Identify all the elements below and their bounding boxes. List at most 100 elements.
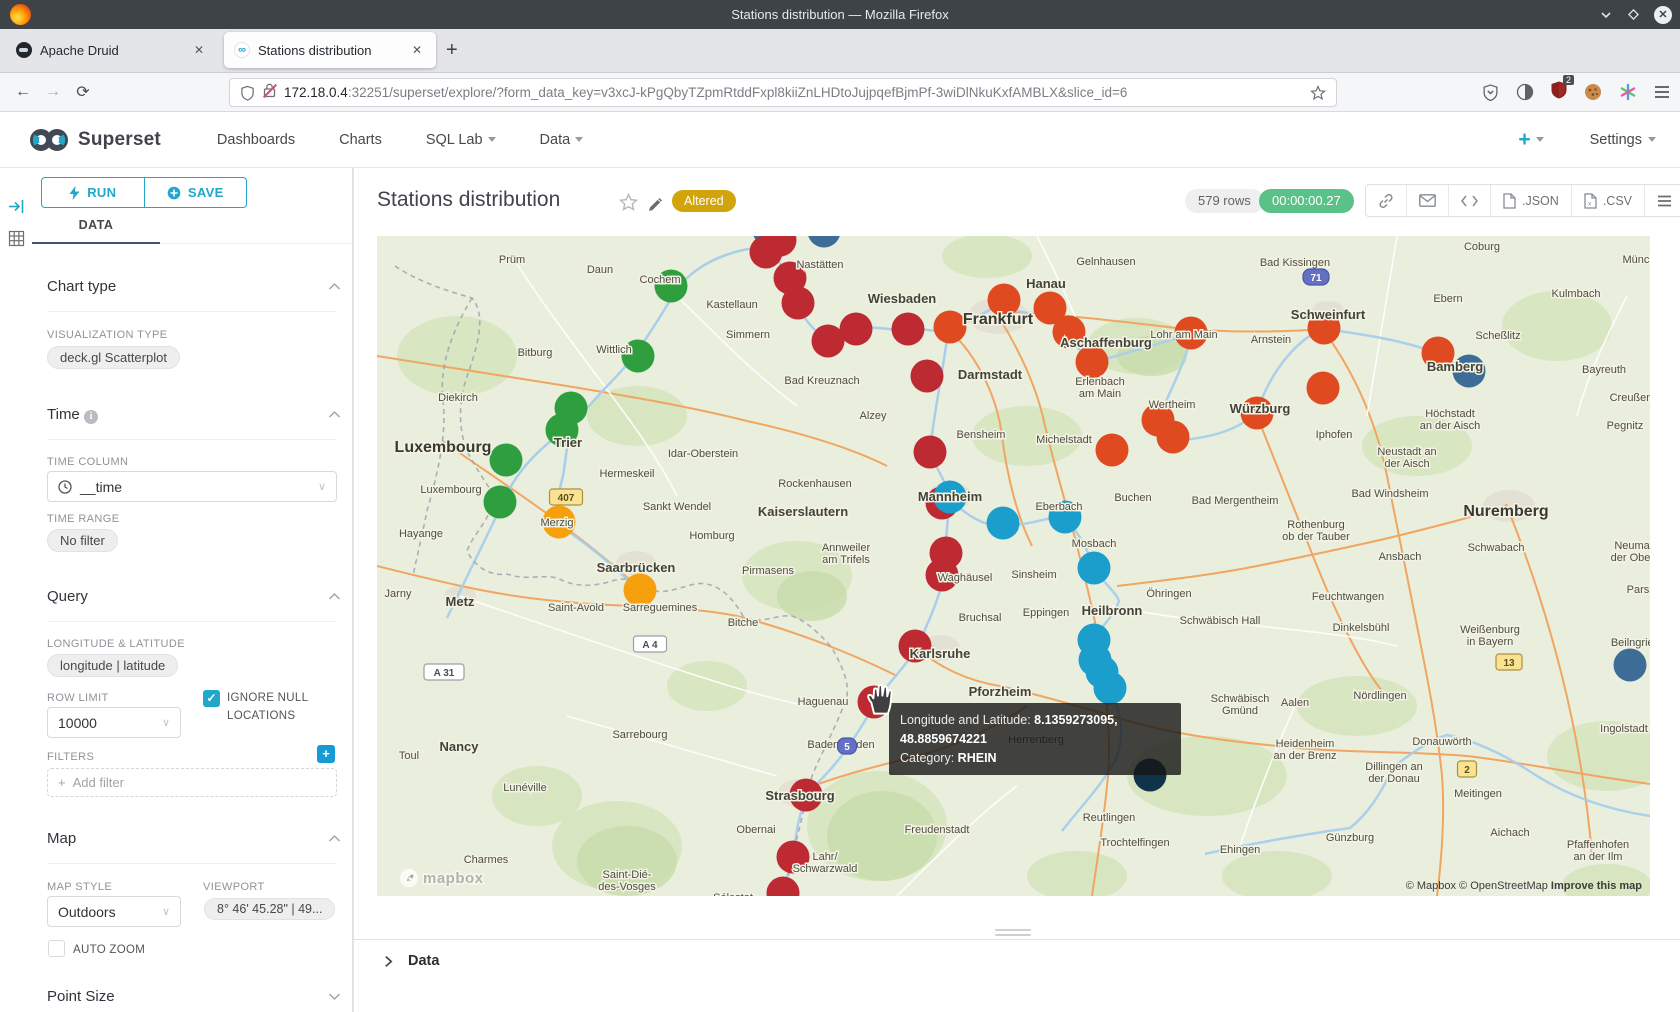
share-link-button[interactable] [1366,185,1407,216]
map-place-label: Kastellaun [706,299,757,311]
map-point[interactable] [1157,421,1190,454]
map-point[interactable] [1614,649,1647,682]
minimize-icon[interactable] [1599,8,1613,22]
url-bar[interactable]: 172.18.0.4:32251/superset/explore/?form_… [229,78,1337,107]
data-results-expander[interactable]: Data [383,953,439,969]
viz-type-value[interactable]: deck.gl Scatterplot [47,346,180,369]
add-filter-plus-button[interactable]: + [317,745,335,763]
add-filter-box[interactable]: +Add filter [47,768,337,797]
privacy-mask-icon[interactable] [1516,83,1534,101]
section-query[interactable]: Query [47,588,88,605]
save-button[interactable]: SAVE [145,178,247,207]
map-place-label: Homburg [689,530,734,542]
altered-badge[interactable]: Altered [672,190,736,212]
section-time[interactable]: Time i [47,406,98,424]
bookmark-star-icon[interactable] [1310,85,1326,101]
nav-item-charts[interactable]: Charts [339,132,382,148]
chevron-up-icon[interactable] [328,410,341,419]
url-text[interactable]: 172.18.0.4:32251/superset/explore/?form_… [284,85,1302,100]
time-range-value[interactable]: No filter [47,529,118,552]
mapbox-logo[interactable]: mapbox [399,868,484,888]
map-point[interactable] [782,287,815,320]
map-point[interactable] [892,313,925,346]
nav-item-dashboards[interactable]: Dashboards [217,132,295,148]
resize-grip[interactable] [995,929,1031,939]
svg-text:5: 5 [844,742,850,753]
map-place-label: Wittlich [596,344,631,356]
map-place-label: Metz [446,594,475,609]
pocket-icon[interactable] [1482,84,1499,101]
map-point[interactable] [490,444,523,477]
map-point[interactable] [840,313,873,346]
map-point[interactable] [987,507,1020,540]
map-place-label: Bensheim [957,429,1006,441]
export-json-button[interactable]: .JSON [1491,185,1572,216]
cookie-icon[interactable] [1584,83,1602,101]
row-limit-select[interactable]: 10000∨ [47,707,181,738]
auto-zoom-checkbox[interactable] [48,940,65,957]
export-csv-button[interactable]: x .CSV [1572,185,1645,216]
back-button[interactable]: ← [8,83,38,101]
new-tab-button[interactable]: + [446,39,458,62]
section-map[interactable]: Map [47,830,76,847]
chevron-up-icon[interactable] [328,282,341,291]
maximize-icon[interactable] [1627,8,1640,21]
tab-close-icon[interactable]: ✕ [408,41,426,59]
ignore-null-checkbox[interactable]: ✓ [203,690,220,707]
superset-logo[interactable]: Superset [28,127,161,153]
hamburger-menu-icon[interactable] [1654,85,1670,99]
time-column-select[interactable]: __time∨ [47,471,337,502]
map-point[interactable] [1307,372,1340,405]
insecure-lock-icon[interactable] [263,83,276,103]
tab-apache-druid[interactable]: Apache Druid ✕ [6,32,218,68]
close-icon[interactable]: ✕ [1654,6,1672,24]
svg-text:A 31: A 31 [434,668,455,679]
map-point[interactable] [914,436,947,469]
expand-panel-icon[interactable] [8,198,25,215]
map-point[interactable] [911,360,944,393]
edit-pencil-icon[interactable] [648,196,664,212]
datasource-grid-icon[interactable] [8,230,25,247]
map-point[interactable] [1096,434,1129,467]
tab-close-icon[interactable]: ✕ [190,41,208,59]
lonlat-value[interactable]: longitude | latitude [47,654,178,677]
filters-label: FILTERS [47,751,94,763]
chevron-up-icon[interactable] [328,592,341,601]
section-point-size[interactable]: Point Size [47,988,115,1005]
run-button[interactable]: RUN [42,178,145,207]
section-chart-type[interactable]: Chart type [47,278,116,295]
tab-data[interactable]: DATA [32,218,160,232]
favorite-star-icon[interactable] [619,193,638,212]
add-new-button[interactable]: + [1518,128,1543,152]
chevron-down-icon: ∨ [162,905,170,918]
extension-asterisk-icon[interactable] [1619,83,1637,101]
map-style-select[interactable]: Outdoors∨ [47,896,181,927]
nav-item-sql-lab[interactable]: SQL Lab [426,132,496,148]
settings-menu[interactable]: Settings [1590,132,1656,148]
chart-menu-button[interactable] [1645,185,1680,216]
map-point[interactable] [934,311,967,344]
map-attribution[interactable]: © Mapbox © OpenStreetMap Improve this ma… [1406,880,1642,892]
map-place-label: Aichach [1490,827,1529,839]
map-point[interactable] [1078,552,1111,585]
map-container[interactable]: PrümDaunCochemNastättenKastellaunWiesbad… [377,236,1650,896]
map-canvas[interactable]: PrümDaunCochemNastättenKastellaunWiesbad… [377,236,1650,896]
embed-code-button[interactable] [1449,185,1491,216]
map-point[interactable] [750,236,783,269]
viewport-value[interactable]: 8° 46' 45.28" | 49... [204,898,335,920]
shield-permissions-icon[interactable] [240,85,255,101]
ublock-icon[interactable]: 2 [1551,81,1567,104]
chevron-up-icon[interactable] [328,834,341,843]
map-point[interactable] [484,486,517,519]
map-point[interactable] [1094,672,1127,705]
map-place-label: Lohr am Main [1150,329,1217,341]
nav-item-data[interactable]: Data [540,132,584,148]
forward-button[interactable]: → [38,83,68,101]
email-button[interactable] [1407,185,1449,216]
map-point[interactable] [1076,346,1109,379]
chevron-down-icon[interactable] [328,992,341,1001]
reload-button[interactable]: ⟳ [68,82,98,102]
tab-stations-distribution[interactable]: ∞ Stations distribution ✕ [224,32,436,68]
map-place-label: Pegnitz [1607,420,1644,432]
map-place-label: Dinkelsbühl [1333,622,1390,634]
